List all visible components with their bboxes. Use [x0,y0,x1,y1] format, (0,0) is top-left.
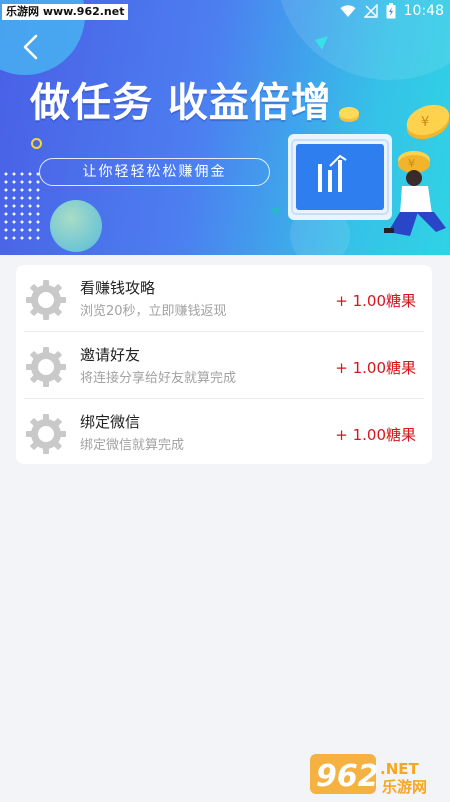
divider [24,331,424,332]
task-title: 绑定微信 [80,413,141,431]
gear-icon [26,414,66,454]
task-description: 绑定微信就算完成 [80,438,185,453]
gear-icon [26,280,66,320]
chevron-left-icon [23,34,38,60]
divider [24,398,424,399]
svg-text:¥: ¥ [421,115,429,130]
signal-off-icon [363,4,378,18]
watermark-digits: 962 [316,759,379,794]
page-headline: 做任务 收益倍增 [30,80,332,126]
status-icons: 10:48 [340,3,444,19]
battery-charging-icon [386,3,396,19]
status-time: 10:48 [403,3,444,19]
site-logo-watermark: 962 .NET 乐游网 [310,754,427,796]
back-button[interactable] [16,32,46,62]
task-reward: + 1.00糖果 [335,292,416,310]
task-description: 浏览20秒，立即赚钱返现 [80,304,227,319]
task-description: 将连接分享给好友就算完成 [80,371,237,386]
task-item-read-guide[interactable]: 看赚钱攻略 浏览20秒，立即赚钱返现 + 1.00糖果 [16,265,432,331]
task-title: 邀请好友 [80,346,141,364]
site-watermark: 乐游网 www.962.net [2,4,129,20]
svg-text:¥: ¥ [408,157,415,170]
gear-icon [26,347,66,387]
task-list: 看赚钱攻略 浏览20秒，立即赚钱返现 + 1.00糖果 邀请好友 将连接分享给好… [16,265,432,464]
status-bar: 乐游网 www.962.net 10:48 [0,0,450,24]
subtitle-pill: 让你轻轻松松赚佣金 [39,158,270,186]
task-item-bind-wechat[interactable]: 绑定微信 绑定微信就算完成 + 1.00糖果 [16,399,432,465]
task-item-invite-friends[interactable]: 邀请好友 将连接分享给好友就算完成 + 1.00糖果 [16,332,432,398]
header-banner: ¥ ¥ 乐游网 www.962.net 10:48 做任务 收益倍增 让你轻轻松… [0,0,450,255]
watermark-site: 乐游网 [382,778,427,796]
task-reward: + 1.00糖果 [335,359,416,377]
task-reward: + 1.00糖果 [335,426,416,444]
watermark-domain: .NET [380,760,419,778]
task-title: 看赚钱攻略 [80,279,156,297]
wifi-icon [340,5,356,17]
